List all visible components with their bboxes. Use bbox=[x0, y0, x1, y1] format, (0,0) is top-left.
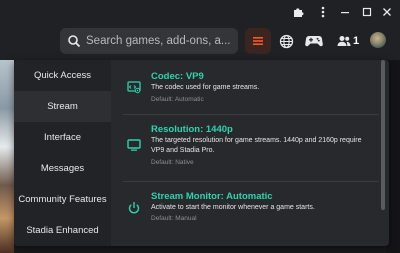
sidebar-item-quick-access[interactable]: Quick Access bbox=[14, 60, 111, 91]
background-artwork bbox=[0, 60, 14, 253]
setting-description: The targeted resolution for game streams… bbox=[151, 137, 362, 154]
setting-resolution[interactable]: Resolution: 1440p The targeted resolutio… bbox=[111, 116, 381, 176]
search-bar[interactable] bbox=[60, 28, 238, 54]
restore-icon[interactable] bbox=[361, 6, 373, 18]
close-icon[interactable] bbox=[381, 6, 393, 18]
search-icon bbox=[68, 35, 81, 48]
friends-count: 1 bbox=[352, 35, 360, 47]
minimize-icon[interactable] bbox=[339, 6, 351, 18]
setting-stream-monitor[interactable]: Stream Monitor: Automatic Activate to st… bbox=[111, 183, 381, 243]
sidebar-item-interface[interactable]: Interface bbox=[14, 122, 111, 153]
friends-icon bbox=[337, 36, 351, 46]
setting-title: Codec: VP9 bbox=[151, 71, 204, 82]
setting-default: Default: Manual bbox=[151, 215, 197, 222]
setting-description: Activate to start the monitor whenever a… bbox=[151, 204, 315, 211]
setting-description: The codec used for game streams. bbox=[151, 84, 260, 91]
sidebar-item-messages[interactable]: Messages bbox=[14, 153, 111, 184]
settings-content: Codec: VP9 The codec used for game strea… bbox=[111, 60, 389, 246]
puzzle-icon[interactable] bbox=[291, 5, 305, 19]
browser-toolbar bbox=[0, 0, 400, 25]
globe-button[interactable] bbox=[273, 28, 299, 54]
divider bbox=[123, 181, 379, 182]
setting-default: Default: Native bbox=[151, 159, 194, 166]
divider bbox=[123, 114, 379, 115]
sidebar-item-stadia-enhanced[interactable]: Stadia Enhanced bbox=[14, 215, 111, 246]
menu-button[interactable] bbox=[245, 28, 271, 54]
sidebar-item-community-features[interactable]: Community Features bbox=[14, 184, 111, 215]
sidebar-item-label: Stream bbox=[47, 101, 78, 112]
globe-icon bbox=[279, 34, 293, 48]
sidebar-item-stream[interactable]: Stream bbox=[14, 91, 111, 122]
stadia-header: 1 bbox=[0, 25, 400, 60]
codec-settings-icon bbox=[127, 80, 141, 94]
setting-codec[interactable]: Codec: VP9 The codec used for game strea… bbox=[111, 60, 381, 112]
sidebar-item-label: Community Features bbox=[18, 194, 107, 205]
scrollbar[interactable] bbox=[381, 60, 385, 210]
avatar[interactable] bbox=[370, 32, 386, 48]
hamburger-menu-icon bbox=[253, 37, 263, 45]
kebab-menu-icon[interactable] bbox=[316, 5, 330, 19]
setting-default: Default: Automatic bbox=[151, 96, 204, 103]
settings-panel: Quick Access Stream Interface Messages C… bbox=[14, 60, 389, 246]
controller-button[interactable] bbox=[301, 28, 327, 54]
search-input[interactable] bbox=[86, 28, 234, 54]
gamepad-icon bbox=[305, 36, 323, 47]
power-icon bbox=[127, 201, 141, 215]
setting-title: Resolution: 1440p bbox=[151, 124, 233, 135]
sidebar-item-label: Stadia Enhanced bbox=[26, 225, 99, 236]
sidebar-item-label: Messages bbox=[40, 163, 85, 174]
settings-sidebar: Quick Access Stream Interface Messages C… bbox=[14, 60, 111, 246]
sidebar-item-label: Interface bbox=[44, 132, 81, 143]
friends-button[interactable]: 1 bbox=[333, 28, 363, 54]
setting-title: Stream Monitor: Automatic bbox=[151, 191, 273, 202]
sidebar-item-label: Quick Access bbox=[33, 70, 92, 81]
monitor-icon bbox=[127, 138, 141, 152]
